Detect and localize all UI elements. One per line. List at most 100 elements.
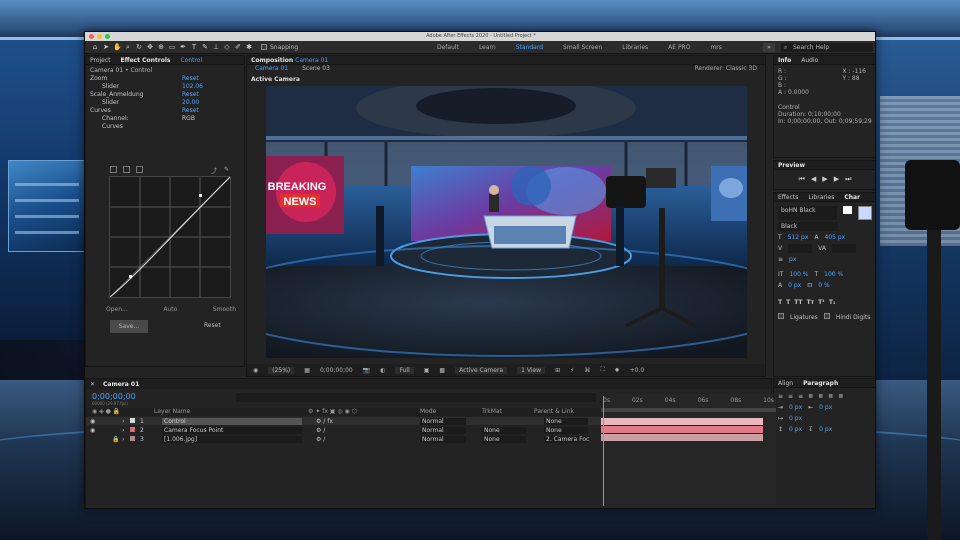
layer-switch-fx[interactable]: ⚙ / [316,427,325,434]
zoom-window-button[interactable] [105,34,110,39]
layer-name-header[interactable]: Layer Name [154,408,190,416]
timeline-layer-row[interactable]: ◉ › 1 Control ⚙ / fx Normal None [86,417,601,425]
lock-icon[interactable]: 🔒 [112,436,119,443]
layer-parent-select[interactable]: None [544,426,588,434]
brush-tool-icon[interactable]: ✎ [201,43,209,51]
curve-size-large-icon[interactable] [136,166,143,173]
zoom-tool-icon[interactable]: ⌕ [124,43,132,51]
smooth-button[interactable]: Smooth [213,306,236,313]
tab-project[interactable]: Project [90,57,111,64]
justify-all-icon[interactable]: ≣ [838,392,843,401]
region-of-interest-icon[interactable]: ▣ [424,367,430,374]
tab-audio[interactable]: Audio [801,57,818,64]
timeline-layer-row[interactable]: ◉ › 2 Camera Focus Point ⚙ / Normal None… [86,426,601,434]
last-frame-icon[interactable]: ⏭ [845,175,851,184]
view-layout-dropdown[interactable]: 1 View [517,366,546,374]
tab-libraries[interactable]: Libraries [808,194,834,201]
space-after-value[interactable]: 0 px [819,425,832,434]
vertical-scale-value[interactable]: 100 % [789,270,808,279]
horizontal-scale-value[interactable]: 100 % [824,270,843,279]
timeline-timecode[interactable]: 0;00;00;00 00000 (29.97 fps) [92,392,136,406]
all-caps-button[interactable]: TT [794,298,802,307]
layer-duration-bar[interactable] [601,434,763,441]
tab-effect-controls[interactable]: Effect Controls [121,57,171,64]
auto-button[interactable]: Auto [163,306,177,313]
stroke-color-swatch[interactable] [858,206,872,220]
visibility-eye-icon[interactable]: ◉ [90,427,95,434]
workspace-standard[interactable]: Standard [516,44,543,51]
close-window-button[interactable] [89,34,94,39]
timeline-icon[interactable]: ⌘ [584,367,590,374]
tab-paragraph[interactable]: Paragraph [803,380,838,387]
font-size-value[interactable]: 512 px [788,233,809,242]
color-channel-icon[interactable]: ◐ [380,367,385,374]
curves-graph[interactable] [109,176,231,298]
layer-search-field[interactable] [236,393,596,402]
curve-pencil-icon[interactable]: ✎ [224,166,231,173]
workspace-default[interactable]: Default [437,44,459,51]
save-button[interactable]: Save... [110,320,148,333]
effect-row-channel[interactable]: Channel: RGB [90,115,240,123]
baseline-shift-value[interactable]: 0 px [788,281,801,290]
workspace-learn[interactable]: Learn [479,44,496,51]
justify-right-icon[interactable]: ≣ [828,392,833,401]
tab-preview[interactable]: Preview [778,162,805,169]
pen-tool-icon[interactable]: ✒ [179,43,187,51]
expand-layer-icon[interactable]: › [122,427,124,434]
fast-preview-icon[interactable]: ⚡ [570,367,574,374]
indent-right-value[interactable]: 0 px [819,403,832,412]
expand-layer-icon[interactable]: › [122,418,124,425]
subtab-camera-01[interactable]: Camera 01 [255,65,288,73]
composition-viewer[interactable]: BREAKING NEWS [266,86,747,358]
effect-row-zoom-slider[interactable]: Slider 102.06 [90,83,240,91]
layer-mode-select[interactable]: Normal [420,417,466,425]
slider-value[interactable]: 20.00 [182,99,199,107]
workspace-ae-pro[interactable]: AE PRO [668,44,690,51]
justify-left-icon[interactable]: ≣ [808,392,813,401]
tab-align[interactable]: Align [778,380,793,387]
roto-brush-tool-icon[interactable]: ✐ [234,43,242,51]
effect-row-curves[interactable]: Curves Reset [90,107,240,115]
kerning-select[interactable] [788,244,813,253]
layer-switch-fx[interactable]: ⚙ / [316,436,325,443]
leading-value[interactable]: 405 px [825,233,846,242]
exposure-icon[interactable]: ✹ [615,367,620,374]
toggle-pixel-aspect-icon[interactable]: ⊞ [555,367,560,374]
effect-row-zoom[interactable]: Zoom Reset [90,75,240,83]
effect-reset-link[interactable]: Reset [182,75,199,83]
tab-composition[interactable]: Composition [251,57,293,64]
selection-tool-icon[interactable]: ➤ [102,43,110,51]
current-time-display[interactable]: 0;00;00;00 [320,367,353,374]
type-tool-icon[interactable]: T [190,43,198,51]
curve-size-small-icon[interactable] [110,166,117,173]
ligatures-checkbox[interactable] [778,313,784,319]
hindi-digits-checkbox[interactable] [823,313,830,319]
search-help-field[interactable]: ⌕ Search Help [781,43,873,52]
timeline-track-area[interactable]: 0s 02s 04s 06s 08s 10s [601,394,776,508]
workspace-mrs[interactable]: mrs [710,44,721,51]
time-ruler[interactable]: 0s 02s 04s 06s 08s 10s [601,394,776,408]
layer-color-label[interactable] [130,435,138,443]
tracking-select[interactable] [831,244,856,253]
mode-header[interactable]: Mode [420,408,436,416]
workspace-libraries[interactable]: Libraries [622,44,648,51]
layer-parent-select[interactable]: 2. Camera Foc [544,435,589,443]
slider-value[interactable]: 102.06 [182,83,203,91]
rectangle-tool-icon[interactable]: ▭ [168,43,176,51]
effect-reset-link[interactable]: Reset [182,91,199,99]
hand-tool-icon[interactable]: ✋ [113,43,122,51]
layer-mode-select[interactable]: Normal [420,435,466,443]
space-before-value[interactable]: 0 px [789,425,802,434]
channel-select[interactable]: RGB [182,115,195,123]
curve-bezier-icon[interactable]: ⤴ [211,166,218,175]
expand-layer-icon[interactable]: › [122,436,124,443]
tab-timeline-camera-01[interactable]: Camera 01 [103,381,139,388]
camera-snapshot-icon[interactable]: 📷 [363,367,370,374]
3d-view-dropdown[interactable]: Active Camera [455,366,508,374]
trkmat-header[interactable]: TrkMat [482,408,502,416]
minimize-window-button[interactable] [97,34,102,39]
stroke-unit[interactable]: px [789,255,796,264]
parent-header[interactable]: Parent & Link [534,408,574,416]
layer-parent-select[interactable]: None [544,417,588,425]
snapping-checkbox[interactable] [261,44,267,50]
